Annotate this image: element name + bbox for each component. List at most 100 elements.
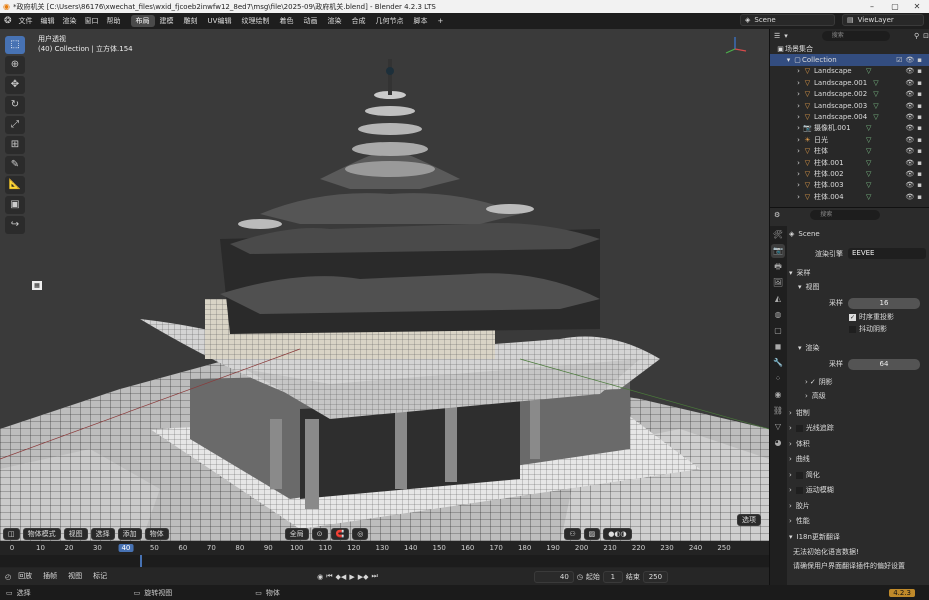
jitter-shadows-row[interactable]: 抖动阴影 xyxy=(789,323,928,335)
outliner-item[interactable]: › 📷 摄像机.001 ▽ 👁▪ xyxy=(770,123,929,134)
shading-modes-icon[interactable]: ●◐◑ xyxy=(603,528,632,540)
expand-chevron-icon[interactable]: › xyxy=(794,159,803,167)
shadows-subpanel-header[interactable]: › ✓ 阴影 xyxy=(789,376,928,388)
measure-tool[interactable]: 📐 xyxy=(5,176,25,194)
timeline-editor-icon[interactable]: ◴ xyxy=(5,573,11,581)
physics-tab-icon[interactable]: ◉ xyxy=(771,388,785,402)
expand-chevron-icon[interactable]: › xyxy=(794,147,803,155)
start-frame-field[interactable]: 1 xyxy=(602,570,623,583)
menu-help[interactable]: 帮助 xyxy=(103,16,125,26)
raytracing-panel-header[interactable]: › 光线追踪 xyxy=(789,422,928,434)
properties-editor-icon[interactable]: ⚙ xyxy=(774,211,780,219)
expand-chevron-icon[interactable]: › xyxy=(794,79,803,87)
sampling-panel-header[interactable]: ▾ 采样 xyxy=(789,267,928,279)
display-mode-icon[interactable]: ▾ xyxy=(784,32,788,40)
viewport-samples-field[interactable]: 16 xyxy=(848,298,920,309)
view-menu[interactable]: 视图 xyxy=(63,528,88,540)
outliner-item[interactable]: › ▽ 柱体.004 ▽ 👁▪ xyxy=(770,191,929,202)
menu-window[interactable]: 窗口 xyxy=(81,16,103,26)
select-menu[interactable]: 选择 xyxy=(90,528,115,540)
expand-chevron-icon[interactable]: › xyxy=(794,193,803,201)
expand-chevron-icon[interactable]: › xyxy=(794,181,803,189)
snap-icon[interactable]: 🧲 xyxy=(330,528,350,540)
object-menu[interactable]: 物体 xyxy=(144,528,169,540)
outliner-item[interactable]: › ▽ 柱体 ▽ 👁▪ xyxy=(770,146,929,157)
render-engine-dropdown[interactable]: EEVEE xyxy=(848,248,926,259)
move-tool[interactable]: ✥ xyxy=(5,76,25,94)
simplify-checkbox[interactable] xyxy=(795,471,803,479)
timeline-track[interactable] xyxy=(0,555,769,567)
rotate-tool[interactable]: ↻ xyxy=(5,96,25,114)
visibility-icons[interactable]: 👁▪ xyxy=(905,102,925,110)
outliner-item[interactable]: › ▽ Landscape.001 ▽ 👁▪ xyxy=(770,77,929,88)
timeline-view-menu[interactable]: 视图 xyxy=(64,571,86,583)
raytracing-checkbox[interactable] xyxy=(795,424,803,432)
motion-blur-panel-header[interactable]: › 运动模糊 xyxy=(789,484,928,496)
workspace-tab-shading[interactable]: 着色 xyxy=(274,15,298,27)
i18n-panel-header[interactable]: ▾ I18n更新翻译 xyxy=(789,531,928,543)
extra-tool[interactable]: ↪ xyxy=(5,216,25,234)
output-tab-icon[interactable]: 🖶 xyxy=(771,260,785,274)
maximize-button[interactable]: ▢ xyxy=(884,0,906,13)
constraints-tab-icon[interactable]: ⛓ xyxy=(771,404,785,418)
render-tab-icon[interactable]: 📷 xyxy=(771,244,785,258)
visibility-icons[interactable]: 👁▪ xyxy=(905,170,925,178)
outliner-item[interactable]: › ▽ 柱体.002 ▽ 👁▪ xyxy=(770,168,929,179)
view-layer-tab-icon[interactable]: 🖼 xyxy=(771,276,785,290)
material-tab-icon[interactable]: ◕ xyxy=(771,436,785,450)
simplify-panel-header[interactable]: › 简化 xyxy=(789,469,928,481)
expand-chevron-icon[interactable]: › xyxy=(794,170,803,178)
workspace-tab-sculpting[interactable]: 雕刻 xyxy=(179,15,203,27)
filter-icon[interactable]: ⚲ xyxy=(914,32,919,40)
expand-chevron-icon[interactable]: › xyxy=(794,67,803,75)
current-frame-indicator[interactable]: 40 xyxy=(118,544,134,552)
collection-row[interactable]: ▾ ▢ Collection ☑👁▪ xyxy=(770,54,929,66)
visibility-icons[interactable]: 👁▪ xyxy=(905,181,925,189)
view-layer-selector[interactable]: ▤ ViewLayer xyxy=(842,14,924,26)
temporal-reprojection-row[interactable]: ✓ 时序重投影 xyxy=(789,311,928,323)
close-button[interactable]: ✕ xyxy=(906,0,928,13)
scale-tool[interactable]: ⤢ xyxy=(5,116,25,134)
workspace-tab-rendering[interactable]: 渲染 xyxy=(322,15,346,27)
particles-tab-icon[interactable]: ⁘ xyxy=(771,372,785,386)
editor-type-button[interactable]: ◫ xyxy=(3,528,20,540)
properties-search-input[interactable]: 搜索 xyxy=(810,210,881,220)
menu-render[interactable]: 渲染 xyxy=(59,16,81,26)
end-frame-field[interactable]: 250 xyxy=(642,570,668,583)
scene-tab-icon[interactable]: ◭ xyxy=(771,292,785,306)
options-button[interactable]: 选项 xyxy=(737,514,761,526)
visibility-icons[interactable]: 👁▪ xyxy=(905,67,925,75)
minimize-button[interactable]: – xyxy=(861,0,883,13)
expand-chevron-icon[interactable]: › xyxy=(794,90,803,98)
viewport-subpanel-header[interactable]: ▾ 视图 xyxy=(789,281,928,293)
workspace-tab-uv-editing[interactable]: UV编辑 xyxy=(203,15,237,27)
jump-end-icon[interactable]: ⏭ xyxy=(371,572,377,581)
current-frame-field[interactable]: 40 xyxy=(533,570,574,583)
clamping-panel-header[interactable]: › 钳制 xyxy=(789,407,928,419)
outliner-item[interactable]: › ▽ 柱体.001 ▽ 👁▪ xyxy=(770,157,929,168)
3d-viewport[interactable]: 用户透视 (40) Collection | 立方体.154 ▦ xyxy=(0,29,769,545)
add-workspace-button[interactable]: + xyxy=(432,16,448,26)
visibility-icons[interactable]: 👁▪ xyxy=(905,113,925,121)
workspace-tab-geometry-nodes[interactable]: 几何节点 xyxy=(370,15,408,27)
expand-chevron-icon[interactable]: › xyxy=(794,113,803,121)
keying-menu[interactable]: 插帧 xyxy=(39,571,61,583)
cursor-tool[interactable]: ⊕ xyxy=(5,56,25,74)
visibility-icons[interactable]: 👁▪ xyxy=(905,90,925,98)
volumes-panel-header[interactable]: › 体积 xyxy=(789,438,928,450)
collection-expand-icon[interactable]: ▾ xyxy=(784,56,793,64)
render-subpanel-header[interactable]: ▾ 渲染 xyxy=(789,342,928,354)
visibility-icons[interactable]: 👁▪ xyxy=(905,136,925,144)
render-samples-field[interactable]: 64 xyxy=(848,359,920,370)
overlay-toggle-icon[interactable]: ⚇ xyxy=(564,528,581,540)
playback-menu[interactable]: 回放 xyxy=(14,571,36,583)
blender-menu-icon[interactable]: ❂ xyxy=(4,16,12,26)
play-icon[interactable]: ▶ xyxy=(349,573,354,581)
object-tab-icon[interactable]: ◼ xyxy=(771,340,785,354)
jump-start-icon[interactable]: ⏮ xyxy=(326,572,332,581)
collection-visibility-icons[interactable]: ☑👁▪ xyxy=(896,56,925,64)
current-frame-line[interactable] xyxy=(140,555,142,567)
outliner-item[interactable]: › ▽ Landscape.002 ▽ 👁▪ xyxy=(770,89,929,100)
annotate-tool[interactable]: ✎ xyxy=(5,156,25,174)
outliner-item[interactable]: › ▽ 柱体.003 ▽ 👁▪ xyxy=(770,180,929,191)
